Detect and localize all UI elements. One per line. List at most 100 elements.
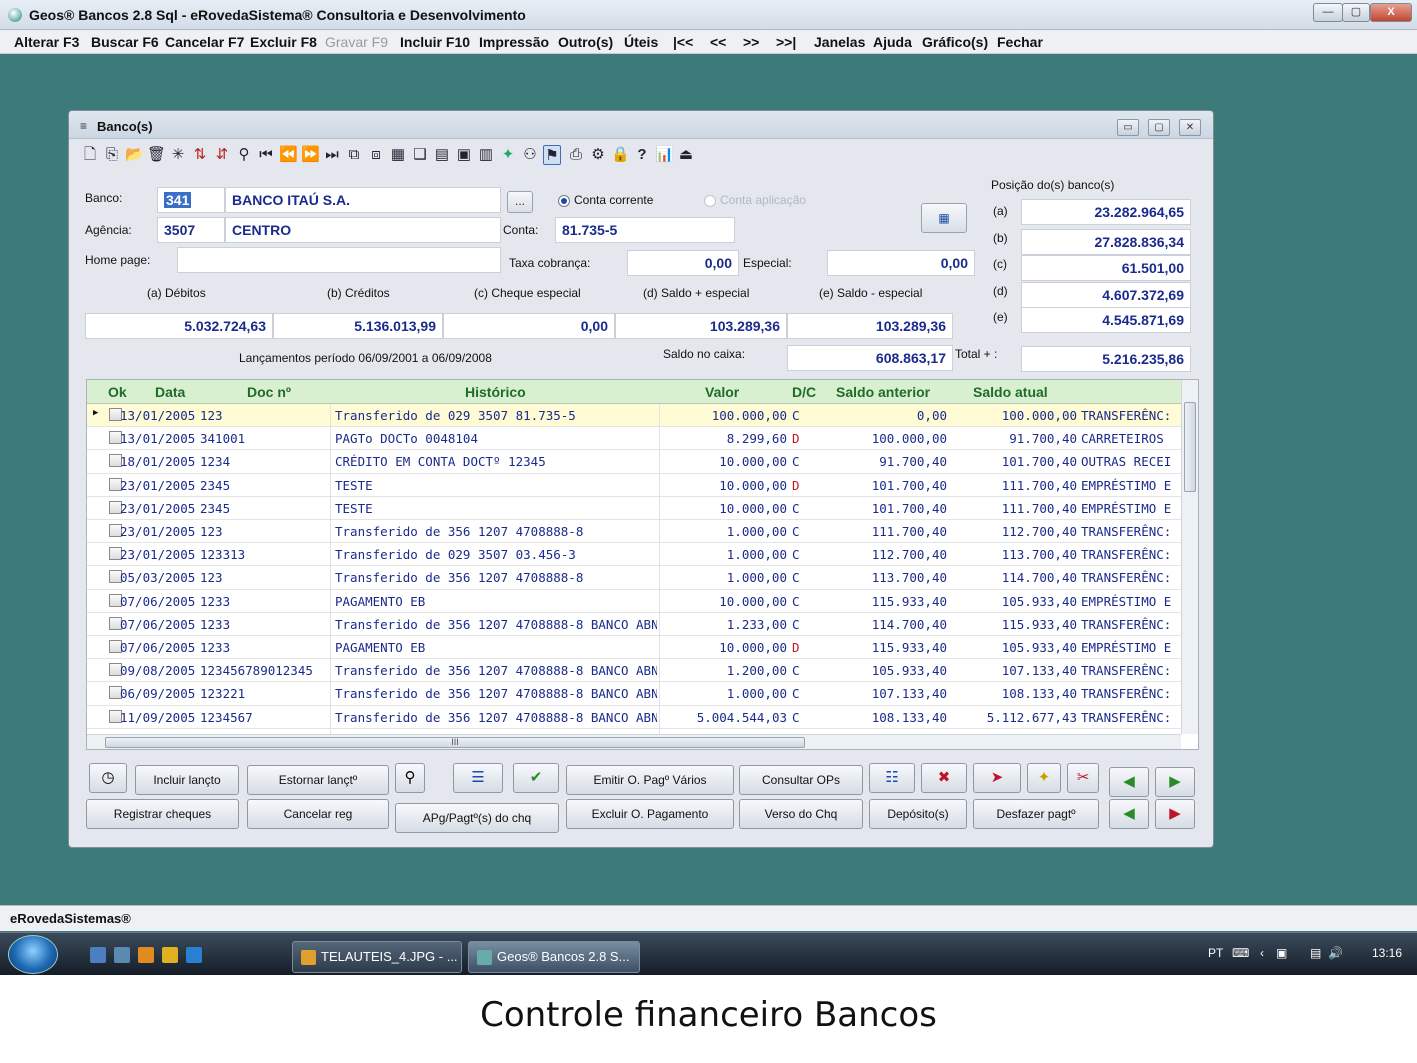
table-row[interactable]: 09/08/2005 123456789012345 Transferido de …	[87, 659, 1181, 683]
col-saldo-anterior[interactable]: Saldo anterior	[836, 384, 930, 400]
print-icon[interactable]: ⎙	[567, 145, 585, 165]
lock-icon[interactable]: 🔒	[611, 145, 630, 165]
table-row[interactable]: 07/06/2005 1233 PAGAMENTO EB 10.000,00 C 115.…	[87, 590, 1181, 613]
sort-za-icon[interactable]: ⇵	[213, 145, 231, 165]
tools-button[interactable]: ✂	[1067, 763, 1099, 793]
banco-name-field[interactable]: BANCO ITAÚ S.A.	[225, 187, 501, 213]
copy-document-icon[interactable]: ⎘	[103, 145, 121, 165]
help-icon[interactable]: ?	[633, 145, 651, 165]
start-button[interactable]	[8, 935, 58, 974]
menu-outros[interactable]: Outro(s)	[558, 34, 613, 50]
open-folder-icon[interactable]: 📂	[125, 145, 144, 165]
nav-left-button[interactable]: ◀	[1109, 767, 1149, 797]
minimize-button[interactable]: —	[1313, 3, 1343, 22]
trash-icon[interactable]: 🗑	[147, 145, 166, 165]
explorer-icon[interactable]	[114, 947, 130, 963]
menu-graficos[interactable]: Gráfico(s)	[922, 34, 988, 50]
verso-chq-button[interactable]: Verso do Chq	[739, 799, 863, 829]
homepage-field[interactable]	[177, 247, 501, 273]
child-maximize-button[interactable]: ▢	[1148, 119, 1170, 136]
horizontal-scroll-thumb[interactable]: III	[105, 737, 805, 748]
table-row[interactable]: 23/01/2005 2345 TESTE 10.000,00 D 101.700,40 1…	[87, 474, 1181, 497]
grid-view-icon[interactable]: ▦	[389, 145, 407, 165]
excluir-op-button[interactable]: Excluir O. Pagamento	[566, 799, 734, 829]
plus-minus-icon[interactable]: ✦	[499, 145, 517, 165]
hint-button[interactable]: ✦	[1027, 763, 1061, 793]
menu-janelas[interactable]: Janelas	[814, 34, 865, 50]
vertical-scroll-thumb[interactable]	[1184, 402, 1196, 492]
menu-cancelar[interactable]: Cancelar F7	[165, 34, 244, 50]
keyboard-icon[interactable]: ⌨	[1232, 946, 1249, 960]
col-data[interactable]: Data	[155, 384, 185, 400]
table-row[interactable]: 23/01/2005 123313 Transferido de 029 3507 …	[87, 543, 1181, 567]
col-historico[interactable]: Histórico	[465, 384, 526, 400]
apg-pagto-chq-button[interactable]: APg/Pagtº(s) do chq	[395, 803, 559, 833]
delete-mark-button[interactable]: ✖	[921, 763, 967, 793]
filter-icon[interactable]: ⚑	[543, 145, 561, 165]
nav-right-2-button[interactable]: ▶	[1155, 799, 1195, 829]
taxa-cobranca-field[interactable]: 0,00	[627, 250, 739, 276]
copy-icon[interactable]: ⧉	[345, 145, 363, 165]
table-row[interactable]: 06/09/2005 123221 Transferido de 356 1207 …	[87, 682, 1181, 706]
close-button[interactable]: X	[1370, 3, 1412, 22]
menu-last[interactable]: >>|	[776, 34, 796, 50]
banco-browse-button[interactable]: ...	[507, 191, 533, 213]
arrow-red-button[interactable]: ➤	[973, 763, 1021, 793]
clock[interactable]: 13:16	[1372, 946, 1402, 960]
list-button[interactable]: ☰	[453, 763, 503, 793]
menu-ajuda[interactable]: Ajuda	[873, 34, 912, 50]
maximize-button[interactable]: ▢	[1342, 3, 1370, 22]
sparkle-icon[interactable]: ✳	[169, 145, 187, 165]
table-row[interactable]: 07/06/2005 1233 PAGAMENTO EB 10.000,00 D 115.…	[87, 636, 1181, 660]
conta-corrente-radio[interactable]	[558, 195, 570, 207]
agencia-name-field[interactable]: CENTRO	[225, 217, 501, 243]
sort-az-icon[interactable]: ⇅	[191, 145, 209, 165]
media-icon[interactable]	[138, 947, 154, 963]
tray-app-icon[interactable]: ▣	[1276, 946, 1287, 960]
new-document-icon[interactable]: 🗋	[81, 145, 99, 165]
calendar-icon[interactable]: ▥	[477, 145, 495, 165]
col-doc[interactable]: Doc nº	[247, 384, 291, 400]
next-record-icon[interactable]: ⏩	[301, 145, 320, 165]
menu-gravar[interactable]: Gravar F9	[325, 34, 388, 50]
grid-horizontal-scrollbar[interactable]: III	[87, 734, 1181, 749]
table-row[interactable]: 18/01/2005 1234 CRÉDITO EM CONTA DOCTº 123…	[87, 450, 1181, 474]
table-icon[interactable]: ▤	[433, 145, 451, 165]
cancelar-reg-button[interactable]: Cancelar reg	[247, 799, 389, 829]
menu-incluir[interactable]: Incluir F10	[400, 34, 470, 50]
language-indicator[interactable]: PT	[1208, 946, 1223, 960]
child-close-button[interactable]: ✕	[1179, 119, 1201, 136]
desfazer-pagto-button[interactable]: Desfazer pagtº	[973, 799, 1099, 829]
nav-right-button[interactable]: ▶	[1155, 767, 1195, 797]
menu-impressao[interactable]: Impressão	[479, 34, 549, 50]
table-row[interactable]: ▶ 13/01/2005 123 Transferido de 029 3507 81…	[87, 404, 1181, 428]
child-minimize-button[interactable]: ▭	[1117, 119, 1139, 136]
table-row[interactable]: 23/01/2005 123 Transferido de 356 1207 470…	[87, 520, 1181, 544]
grid-vertical-scrollbar[interactable]	[1181, 380, 1198, 734]
clock-button[interactable]: ◷	[89, 763, 127, 793]
paste-icon[interactable]: ⧈	[367, 145, 385, 165]
exit-icon[interactable]: ⏏	[677, 145, 695, 165]
depositos-button[interactable]: Depósito(s)	[869, 799, 967, 829]
task-geos-bancos[interactable]: Geos® Bancos 2.8 S...	[468, 941, 640, 973]
calculator-button[interactable]: ▦	[921, 203, 967, 233]
table-row[interactable]: 11/09/2005 1234567 Transferido de 356 1207…	[87, 706, 1181, 729]
list-detail-button[interactable]: ☷	[869, 763, 915, 793]
messenger-icon[interactable]	[162, 947, 178, 963]
col-ok[interactable]: Ok	[108, 384, 127, 400]
prev-record-icon[interactable]: ⏪	[279, 145, 298, 165]
single-view-icon[interactable]: ❑	[411, 145, 429, 165]
emitir-op-button[interactable]: Emitir O. Pagº Vários	[566, 765, 734, 795]
especial-field[interactable]: 0,00	[827, 250, 975, 276]
chart-icon[interactable]: 📊	[655, 145, 674, 165]
conta-aplicacao-radio[interactable]	[704, 195, 716, 207]
calculator-icon[interactable]: ▣	[455, 145, 473, 165]
table-row[interactable]: 05/03/2005 123 Transferido de 356 1207 470…	[87, 566, 1181, 590]
menu-next[interactable]: >>	[743, 34, 759, 50]
menu-buscar[interactable]: Buscar F6	[91, 34, 159, 50]
col-valor[interactable]: Valor	[705, 384, 739, 400]
menu-fechar[interactable]: Fechar	[997, 34, 1043, 50]
internet-explorer-icon[interactable]	[186, 947, 202, 963]
menu-alterar[interactable]: Alterar F3	[14, 34, 79, 50]
check-all-button[interactable]: ✔	[513, 763, 559, 793]
